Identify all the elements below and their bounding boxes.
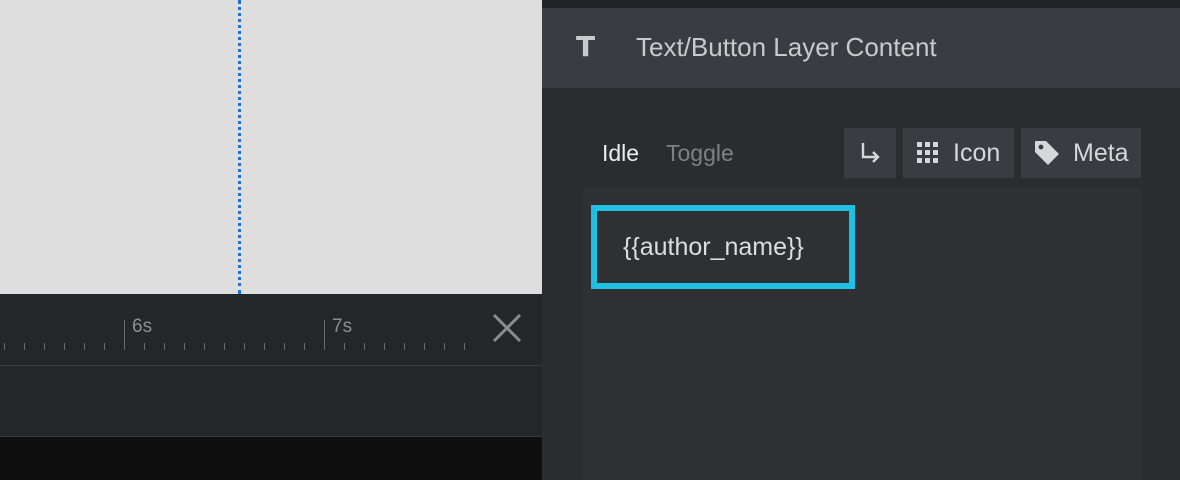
editor-canvas[interactable] [0, 0, 542, 294]
tab-idle[interactable]: Idle [602, 140, 639, 167]
meta-button-label: Meta [1073, 138, 1129, 167]
tick-label-7s: 7s [332, 316, 353, 337]
tab-toggle[interactable]: Toggle [666, 140, 734, 167]
timeline-footer [0, 437, 542, 480]
ruler-tick [404, 343, 405, 350]
ruler-tick [224, 343, 225, 350]
panel-title: Text/Button Layer Content [636, 32, 937, 62]
close-timeline-button[interactable] [490, 311, 524, 345]
timeline-ruler[interactable]: 6s 7s [0, 294, 542, 366]
ruler-major-tick [324, 320, 325, 350]
close-icon [492, 313, 522, 343]
ruler-tick [464, 343, 465, 350]
ruler-tick [104, 343, 105, 350]
content-value-text[interactable]: {{author_name}} [623, 233, 804, 262]
ruler-tick [244, 343, 245, 350]
ruler-tick [44, 343, 45, 350]
ruler-tick [264, 343, 265, 350]
layer-content-editor[interactable]: {{author_name}} [582, 188, 1141, 480]
highlight-frame: {{author_name}} [591, 205, 855, 289]
timeline-track[interactable] [0, 366, 542, 437]
panel-header: T Text/Button Layer Content [542, 8, 1180, 88]
ruler-tick [284, 343, 285, 350]
ruler-tick [304, 343, 305, 350]
ruler-tick [444, 343, 445, 350]
ruler-tick [424, 343, 425, 350]
ruler-tick [4, 343, 5, 350]
ruler-tick [164, 343, 165, 350]
ruler-tick [384, 343, 385, 350]
ruler-tick [144, 343, 145, 350]
tag-icon [1035, 141, 1059, 165]
panel-top-strip [542, 0, 1180, 8]
grid-icon [917, 142, 938, 163]
insert-icon-button[interactable]: Icon [903, 128, 1014, 178]
ruler-tick [364, 343, 365, 350]
layer-content-panel: T Text/Button Layer Content Idle Toggle … [542, 0, 1180, 480]
ruler-tick [344, 343, 345, 350]
ruler-tick [184, 343, 185, 350]
link-button[interactable] [844, 128, 896, 178]
ruler-tick [24, 343, 25, 350]
ruler-tick [84, 343, 85, 350]
timeline-playhead-guide [238, 0, 241, 294]
text-type-icon: T [576, 30, 596, 63]
meta-button[interactable]: Meta [1021, 128, 1141, 178]
icon-button-label: Icon [953, 138, 1001, 167]
ruler-tick [64, 343, 65, 350]
tick-label-6s: 6s [132, 316, 153, 337]
ruler-major-tick [124, 320, 125, 350]
ruler-tick [204, 343, 205, 350]
return-arrow-icon [861, 143, 880, 163]
